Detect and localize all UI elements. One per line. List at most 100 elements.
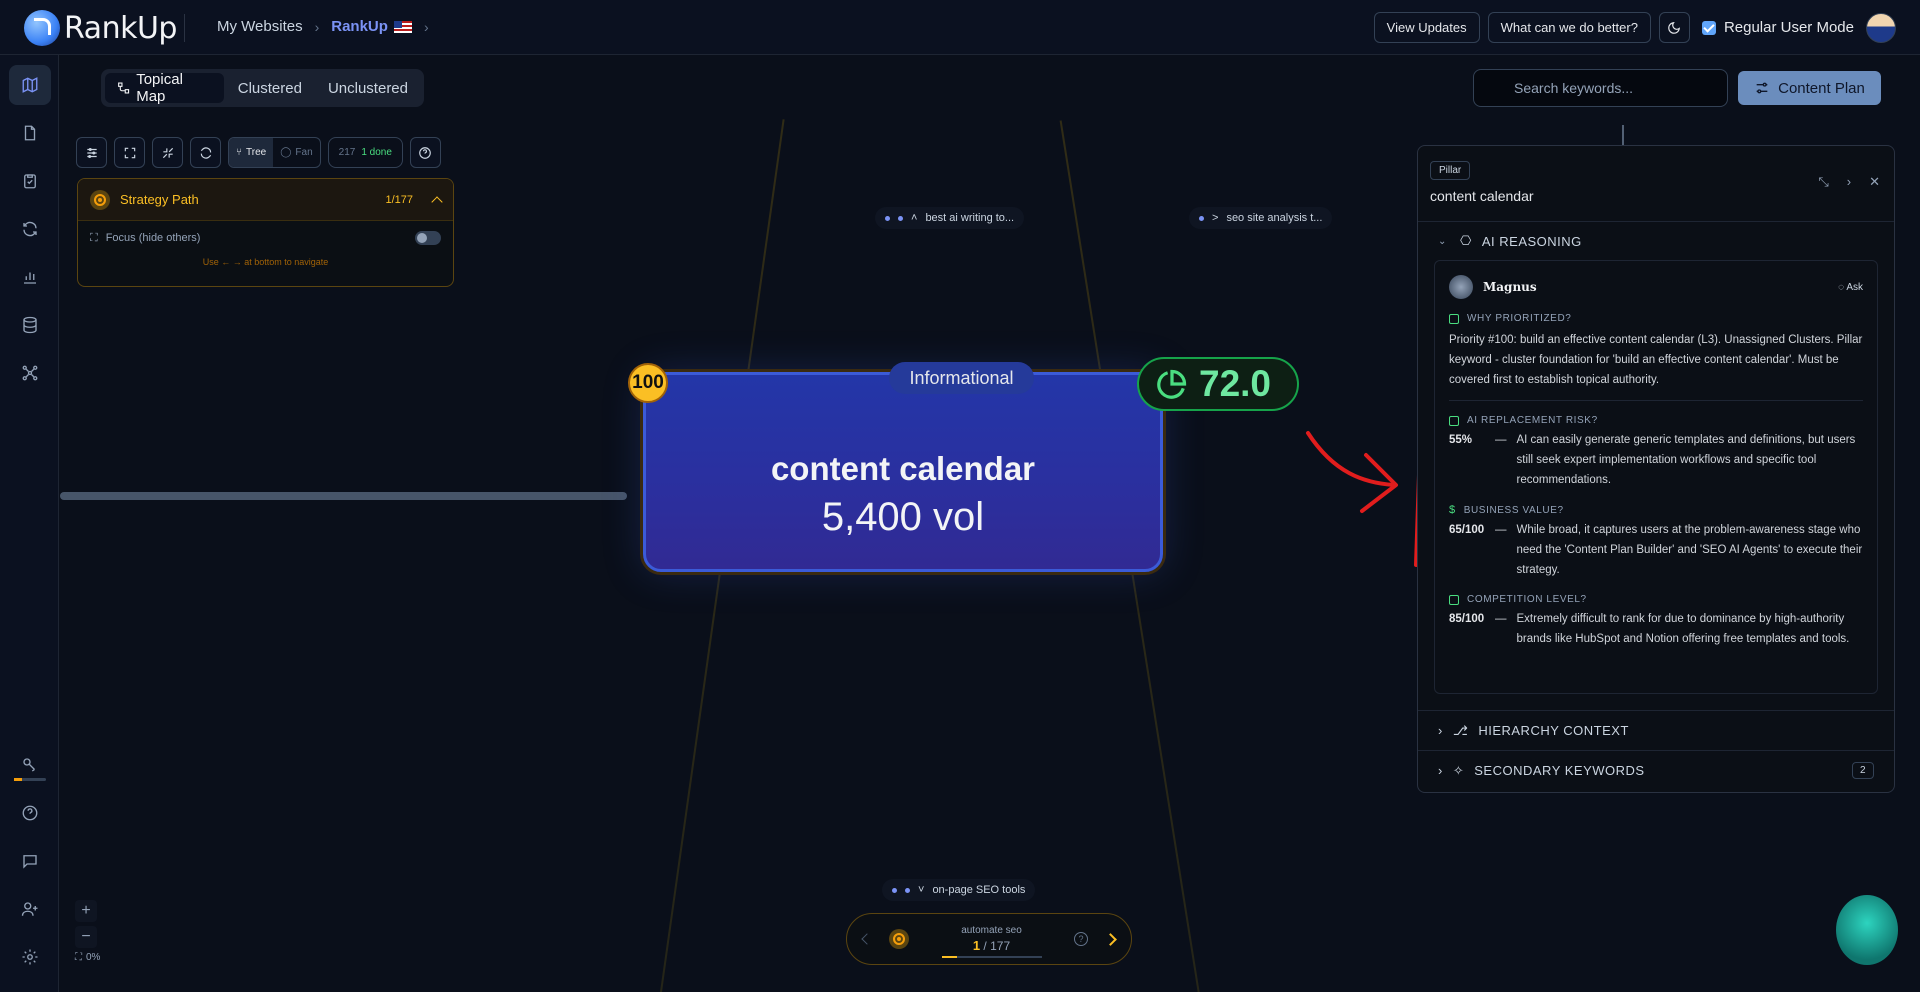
collapse-icon[interactable]: ⤡ <box>1818 174 1828 190</box>
collapse-button[interactable] <box>152 137 183 168</box>
chevron-right-icon[interactable]: › <box>1847 174 1851 190</box>
business-label-text: BUSINESS VALUE? <box>1463 504 1564 516</box>
target-icon <box>889 929 909 949</box>
content-plan-button[interactable]: Content Plan <box>1738 71 1881 105</box>
fit-view[interactable]: ⛶ 0% <box>75 952 127 963</box>
fit-icon: ⛶ <box>75 952 82 963</box>
keyword-node[interactable]: ˃ seo site analysis t... <box>1189 207 1333 229</box>
regular-mode-label: Regular User Mode <box>1723 19 1854 36</box>
feedback-button[interactable]: What can we do better? <box>1487 12 1651 43</box>
sitemap-icon <box>118 82 130 94</box>
refresh-button[interactable] <box>190 137 221 168</box>
zoom-in-button[interactable]: + <box>75 900 97 922</box>
expand-button[interactable] <box>114 137 145 168</box>
collapse-icon <box>162 147 173 158</box>
navigator-page: 1 / 177 <box>972 938 1011 953</box>
filters-button[interactable] <box>76 137 107 168</box>
sidebar-settings-icon[interactable] <box>9 937 51 977</box>
logo-text: RankUp <box>64 10 177 46</box>
view-updates-button[interactable]: View Updates <box>1373 12 1480 43</box>
keyword-node[interactable]: ˅ on-page SEO tools <box>882 879 1036 901</box>
breadcrumb-my-websites[interactable]: My Websites <box>217 18 303 35</box>
divider <box>1449 400 1863 401</box>
help-icon <box>419 146 432 159</box>
tab-topical-map[interactable]: Topical Map <box>105 71 224 105</box>
keyword-detail-panel: Pillar content calendar ⤡ › ✕ ⌄ ⎔ AI REA… <box>1417 145 1895 793</box>
dollar-icon: $ <box>1449 504 1456 516</box>
tab-label: Topical Map <box>136 71 183 105</box>
previous-button[interactable] <box>861 933 873 945</box>
top-bar: RankUp My Websites › RankUp › View Updat… <box>0 0 1920 55</box>
agent-row: Magnus ◌ Ask <box>1449 275 1863 299</box>
robot-icon <box>1449 415 1459 426</box>
strategy-path-header[interactable]: Strategy Path 1/177 <box>78 179 453 221</box>
chevron-right-icon[interactable]: › <box>424 19 429 35</box>
sidebar <box>0 55 59 992</box>
search-input[interactable] <box>1514 80 1727 96</box>
focus-row: ⛶ Focus (hide others) <box>78 221 453 245</box>
sliders-icon <box>1756 82 1768 94</box>
view-tabs: Topical Map Clustered Unclustered <box>101 69 424 107</box>
chevron-up-icon[interactable] <box>431 195 443 208</box>
strategy-path-count: 1/177 <box>385 193 413 206</box>
sidebar-network-icon[interactable] <box>9 353 51 393</box>
sidebar-chat-icon[interactable] <box>9 841 51 881</box>
sidebar-clipboard-icon[interactable] <box>9 161 51 201</box>
dark-mode-toggle[interactable] <box>1658 12 1690 43</box>
panel-actions: ⤡ › ✕ <box>1818 174 1880 190</box>
user-avatar[interactable] <box>1866 12 1896 43</box>
horizontal-scrollbar[interactable] <box>60 492 627 500</box>
next-button[interactable] <box>1104 932 1117 946</box>
sidebar-help-icon[interactable] <box>9 793 51 833</box>
business-value-metric: 65/100 — While broad, it captures users a… <box>1449 520 1863 580</box>
sidebar-map-icon[interactable] <box>9 65 51 105</box>
zoom-level: 0% <box>86 952 101 963</box>
help-icon[interactable]: ? <box>1074 932 1088 946</box>
business-value-label: $ BUSINESS VALUE? <box>1449 504 1863 516</box>
focus-toggle[interactable] <box>415 231 441 245</box>
zoom-controls: + − ⛶ 0% <box>75 900 127 963</box>
sidebar-document-icon[interactable] <box>9 113 51 153</box>
tab-clustered[interactable]: Clustered <box>226 73 314 103</box>
sidebar-database-icon[interactable] <box>9 305 51 345</box>
close-icon[interactable]: ✕ <box>1869 174 1880 190</box>
breadcrumb-site[interactable]: RankUp <box>331 18 412 35</box>
tab-unclustered[interactable]: Unclustered <box>316 73 420 103</box>
risk-label-text: AI REPLACEMENT RISK? <box>1467 415 1598 426</box>
node-dot <box>885 215 890 221</box>
branch-icon: ⑂ <box>236 147 242 158</box>
zoom-out-button[interactable]: − <box>75 926 97 948</box>
sliders-icon <box>86 147 97 158</box>
business-value: 65/100 <box>1449 524 1485 536</box>
score-value: 72.0 <box>1199 363 1272 404</box>
help-button[interactable] <box>409 137 441 168</box>
done-count: 1 done <box>361 147 392 158</box>
panel-title: content calendar <box>1430 188 1534 204</box>
agent-avatar <box>1449 275 1473 299</box>
pillar-node[interactable]: content calendar 5,400 vol <box>643 372 1163 572</box>
chevron-down-icon: ⌄ <box>1438 235 1447 247</box>
assistant-avatar[interactable] <box>1836 895 1898 965</box>
ask-button[interactable]: ◌ Ask <box>1838 282 1863 293</box>
bar-chart-icon <box>1449 594 1459 605</box>
node-dot <box>898 215 903 221</box>
ai-reasoning-header[interactable]: ⌄ ⎔ AI REASONING <box>1418 222 1894 260</box>
secondary-count-badge: 2 <box>1851 762 1874 779</box>
ask-label: Ask <box>1846 281 1863 293</box>
layout-fan-button[interactable]: ◯ Fan <box>273 138 319 167</box>
regular-mode-checkbox[interactable] <box>1701 20 1716 35</box>
progress-pill: 217 1 done <box>327 137 403 168</box>
sidebar-refresh-icon[interactable] <box>9 209 51 249</box>
keyword-node[interactable]: ˄ best ai writing to... <box>875 207 1025 229</box>
ai-risk-value: 55% <box>1449 434 1473 446</box>
hierarchy-context-header[interactable]: › ⎇ HIERARCHY CONTEXT <box>1418 710 1894 750</box>
sidebar-add-user-icon[interactable] <box>9 889 51 929</box>
dash: — <box>1495 434 1507 446</box>
target-icon <box>90 189 110 210</box>
secondary-keywords-header[interactable]: › ✧ SECONDARY KEYWORDS 2 <box>1418 750 1894 790</box>
logo[interactable]: RankUp <box>24 10 177 46</box>
sidebar-chart-icon[interactable] <box>9 257 51 297</box>
layout-tree-button[interactable]: ⑂ Tree <box>229 138 274 167</box>
map-toolbar: ⑂ Tree ◯ Fan 217 1 done <box>76 137 441 168</box>
why-prioritized-label: WHY PRIORITIZED? <box>1449 313 1863 324</box>
